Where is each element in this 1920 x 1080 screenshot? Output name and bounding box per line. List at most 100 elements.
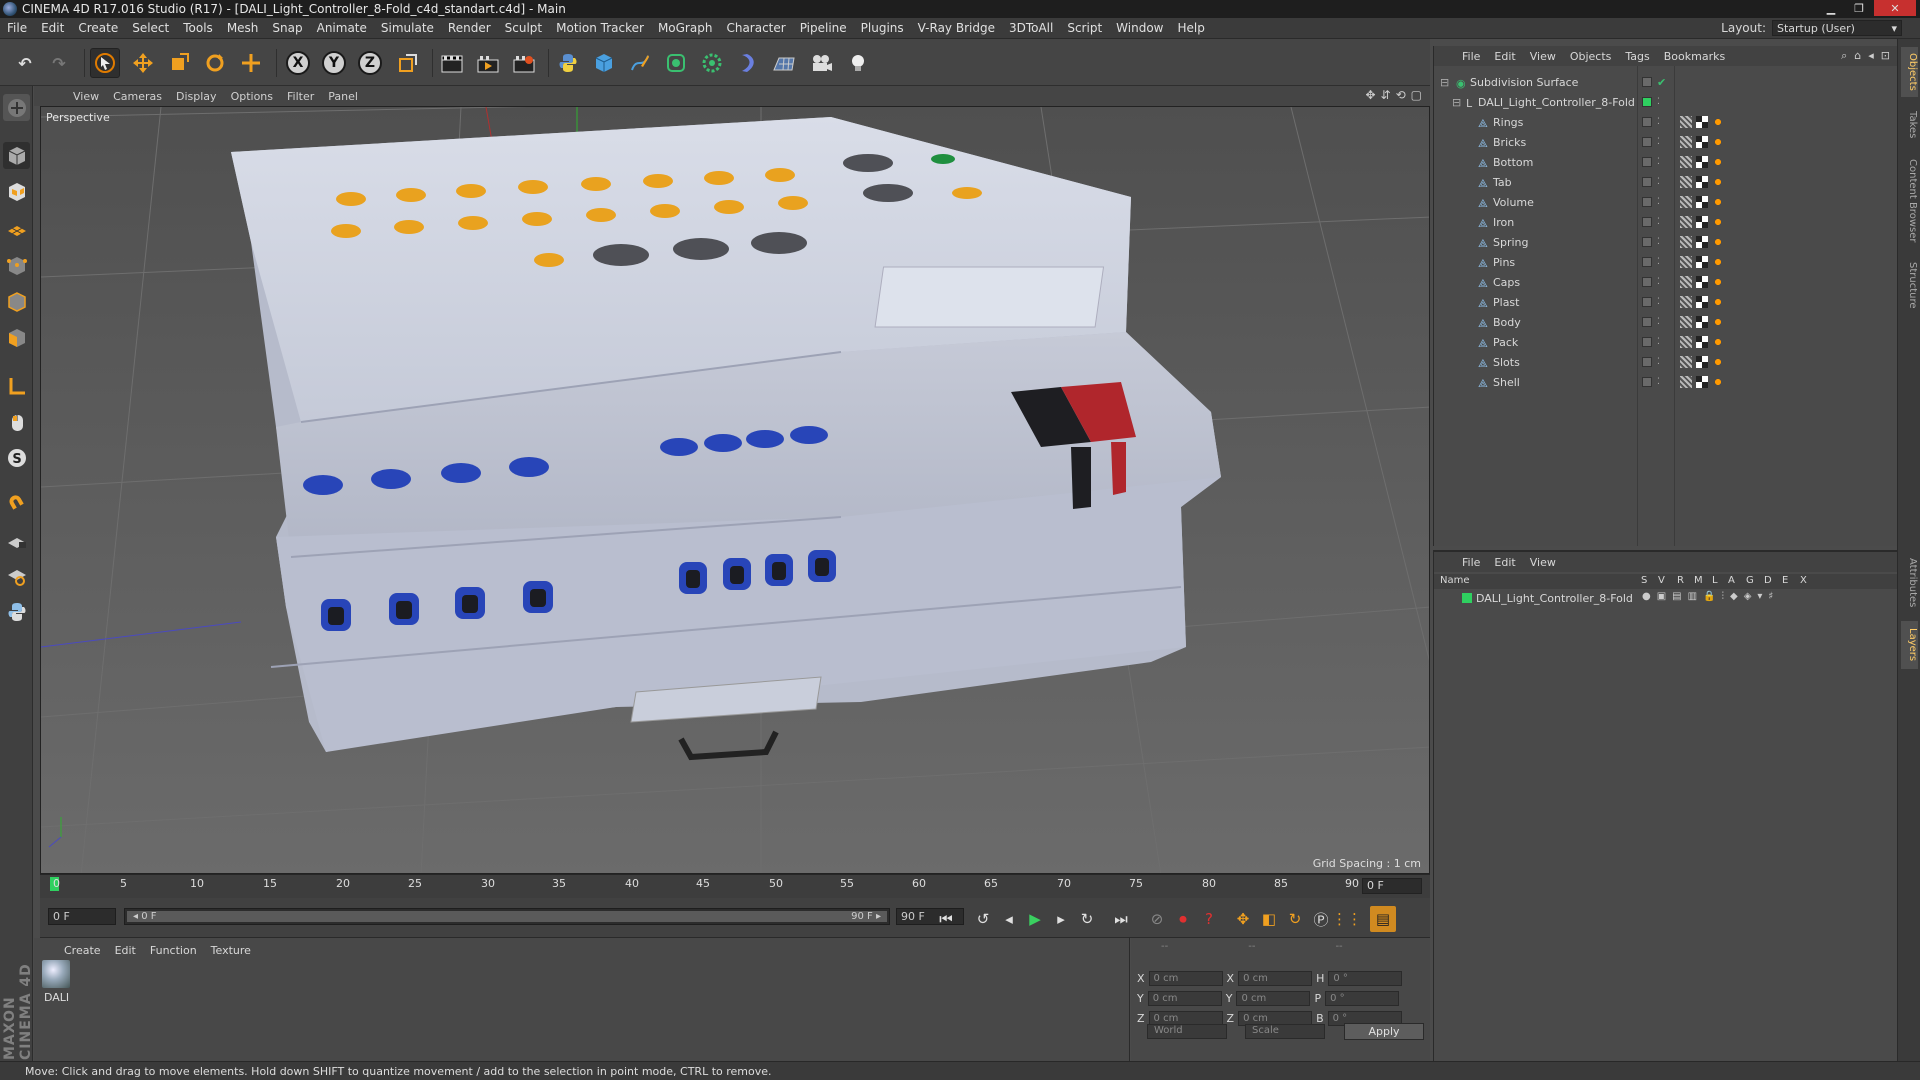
object-row[interactable]: ⟁ Tab ⁚ (1434, 172, 1898, 192)
phong-tag-icon[interactable] (1680, 256, 1692, 268)
render-to-picture-viewer-button[interactable] (473, 48, 503, 78)
collapse-icon[interactable]: ⊟ (1452, 96, 1461, 109)
menu-script[interactable]: Script (1060, 21, 1109, 35)
menu-snap[interactable]: Snap (265, 21, 309, 35)
object-row[interactable]: ⟁ Rings ⁚ (1434, 112, 1898, 132)
minimize-button[interactable]: ▁ (1818, 0, 1844, 16)
workplane-axis-button[interactable] (3, 562, 30, 589)
pan-view-icon[interactable]: ✥ (1365, 88, 1375, 102)
menu-render[interactable]: Render (441, 21, 498, 35)
viewport-menu-options[interactable]: Options (224, 90, 280, 103)
layers-menu-view[interactable]: View (1530, 556, 1556, 569)
objects-menu-edit[interactable]: Edit (1494, 50, 1515, 63)
undo-button[interactable]: ↶ (10, 48, 40, 78)
tab-attributes[interactable]: Attributes (1901, 551, 1918, 615)
layer-color-swatch[interactable] (1462, 593, 1472, 603)
menu-3dtoall[interactable]: 3DToAll (1002, 21, 1060, 35)
visibility-dots-icon[interactable]: ⁚ (1657, 197, 1660, 207)
object-row[interactable]: ⟁ Body ⁚ (1434, 312, 1898, 332)
layer-color-swatch[interactable] (1642, 97, 1652, 107)
texture-tag-icon[interactable] (1696, 376, 1708, 388)
menu-mesh[interactable]: Mesh (220, 21, 266, 35)
phong-tag-icon[interactable] (1680, 276, 1692, 288)
texture-tag-icon[interactable] (1696, 316, 1708, 328)
back-icon[interactable]: ◂ (1868, 49, 1874, 63)
menu-simulate[interactable]: Simulate (374, 21, 441, 35)
layers-menu-edit[interactable]: Edit (1494, 556, 1515, 569)
visibility-dots-icon[interactable]: ⁚ (1657, 117, 1660, 127)
maximize-button[interactable]: ❐ (1846, 0, 1872, 16)
size-x-field[interactable]: 0 cm (1238, 971, 1313, 986)
object-row[interactable]: ⟁ Iron ⁚ (1434, 212, 1898, 232)
key-scale-button[interactable]: ◧ (1256, 906, 1282, 932)
frame-range-fill[interactable]: ◂ 0 F 90 F ▸ (127, 911, 887, 922)
record-motion-button[interactable]: ⊘ (1144, 906, 1170, 932)
menu-select[interactable]: Select (125, 21, 176, 35)
uvw-tag-icon[interactable] (1712, 116, 1724, 128)
layout-select[interactable]: Startup (User) ▾ (1772, 20, 1902, 36)
layer-col-view[interactable]: V (1658, 575, 1665, 586)
menu-vray-bridge[interactable]: V-Ray Bridge (911, 21, 1002, 35)
visibility-dots-icon[interactable]: ⁚ (1657, 257, 1660, 267)
previous-frame-button[interactable]: ◂ (996, 906, 1022, 932)
object-row[interactable]: ⟁ Caps ⁚ (1434, 272, 1898, 292)
tab-content-browser[interactable]: Content Browser (1901, 151, 1918, 251)
visibility-dots-icon[interactable]: ⁚ (1657, 297, 1660, 307)
layer-toggle[interactable] (1642, 237, 1652, 247)
uvw-tag-icon[interactable] (1712, 256, 1724, 268)
phong-tag-icon[interactable] (1680, 116, 1692, 128)
magnet-button[interactable] (3, 490, 30, 517)
phong-tag-icon[interactable] (1680, 296, 1692, 308)
timeline-window-button[interactable]: ▤ (1370, 906, 1396, 932)
layer-toggle[interactable] (1642, 277, 1652, 287)
layer-toggle[interactable] (1642, 377, 1652, 387)
make-editable-button[interactable] (3, 94, 30, 121)
layer-col-animation[interactable]: A (1728, 575, 1735, 586)
phong-tag-icon[interactable] (1680, 236, 1692, 248)
uvw-tag-icon[interactable] (1712, 216, 1724, 228)
size-y-field[interactable]: 0 cm (1236, 991, 1311, 1006)
texture-tag-icon[interactable] (1696, 276, 1708, 288)
rot-p-field[interactable]: 0 ° (1325, 991, 1400, 1006)
layer-toggle[interactable] (1642, 317, 1652, 327)
uvw-tag-icon[interactable] (1712, 156, 1724, 168)
play-button[interactable]: ▶ (1022, 906, 1048, 932)
visibility-dots-icon[interactable]: ⁚ (1657, 277, 1660, 287)
phong-tag-icon[interactable] (1680, 216, 1692, 228)
viewport-menu-display[interactable]: Display (169, 90, 224, 103)
layer-col-expressions[interactable]: E (1782, 575, 1788, 586)
menu-animate[interactable]: Animate (310, 21, 374, 35)
phong-tag-icon[interactable] (1680, 156, 1692, 168)
object-row-group[interactable]: ⊟ L DALI_Light_Controller_8-Fold ⁚ (1434, 92, 1898, 112)
texture-tag-icon[interactable] (1696, 296, 1708, 308)
y-axis-lock-button[interactable]: Y (319, 48, 349, 78)
object-row[interactable]: ⟁ Pack ⁚ (1434, 332, 1898, 352)
model-mode-button[interactable] (3, 142, 30, 169)
objects-menu-bookmarks[interactable]: Bookmarks (1664, 50, 1725, 63)
viewport-menu-cameras[interactable]: Cameras (106, 90, 169, 103)
texture-tag-icon[interactable] (1696, 256, 1708, 268)
go-to-start-button[interactable]: ⏮ (933, 906, 959, 932)
objects-menu-view[interactable]: View (1530, 50, 1556, 63)
pen-spline-button[interactable] (625, 48, 655, 78)
dali-controller-model[interactable] (231, 117, 1221, 761)
timeline-ruler[interactable]: 0 5 10 15 20 25 30 35 40 45 50 55 60 65 … (40, 874, 1430, 898)
axis-mode-button[interactable] (3, 372, 30, 399)
render-settings-button[interactable] (509, 48, 539, 78)
texture-tag-icon[interactable] (1696, 116, 1708, 128)
layer-col-solo[interactable]: S (1641, 575, 1647, 586)
uvw-tag-icon[interactable] (1712, 136, 1724, 148)
tweak-mode-button[interactable] (3, 408, 30, 435)
menu-character[interactable]: Character (719, 21, 792, 35)
material-menu-create[interactable]: Create (64, 944, 101, 957)
object-row[interactable]: ⟁ Shell ⁚ (1434, 372, 1898, 392)
phong-tag-icon[interactable] (1680, 136, 1692, 148)
visibility-dots-icon[interactable]: ⁚ (1657, 237, 1660, 247)
visibility-dots-icon[interactable]: ⁚ (1657, 217, 1660, 227)
uvw-tag-icon[interactable] (1712, 376, 1724, 388)
phong-tag-icon[interactable] (1680, 196, 1692, 208)
tab-takes[interactable]: Takes (1901, 105, 1918, 145)
record-active-objects-button[interactable]: ⏺ (1170, 906, 1196, 932)
uvw-tag-icon[interactable] (1712, 316, 1724, 328)
material-menu-edit[interactable]: Edit (115, 944, 136, 957)
